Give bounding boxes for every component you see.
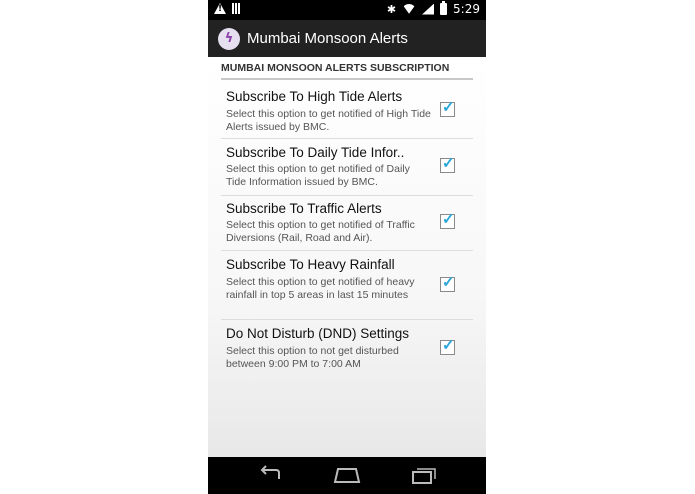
pref-summary: Select this option to get notified of he…	[226, 276, 415, 301]
pref-title: Do Not Disturb (DND) Settings	[226, 326, 410, 341]
signal-icon	[422, 3, 435, 15]
pref-summary: Select this option to get notified of Hi…	[226, 108, 431, 133]
preferences-list: MUMBAI MONSOON ALERTS SUBSCRIPTION Subsc…	[208, 57, 486, 457]
barcode-icon	[232, 3, 240, 14]
app-title: Mumbai Monsoon Alerts	[247, 30, 408, 47]
section-header: MUMBAI MONSOON ALERTS SUBSCRIPTION	[221, 62, 473, 80]
warning-icon: !	[214, 3, 226, 14]
checkbox-dnd[interactable]: ✓	[440, 337, 455, 355]
checkbox-traffic[interactable]: ✓	[440, 211, 455, 229]
app-logo-icon[interactable]: ϟ	[218, 27, 240, 50]
wifi-icon	[402, 4, 416, 14]
home-icon[interactable]	[333, 465, 361, 485]
pref-heavy-rainfall[interactable]: Subscribe To Heavy Rainfall Select this …	[221, 251, 473, 320]
check-icon: ✓	[442, 99, 455, 116]
back-icon[interactable]	[257, 465, 283, 485]
pref-summary: Select this option to get notified of Da…	[226, 163, 410, 188]
pref-title: Subscribe To Traffic Alerts	[226, 201, 382, 216]
pref-summary: Select this option to not get disturbed …	[226, 345, 399, 370]
check-icon: ✓	[442, 274, 455, 291]
pref-dnd[interactable]: Do Not Disturb (DND) Settings Select thi…	[221, 320, 473, 378]
checkbox-heavy-rainfall[interactable]: ✓	[440, 274, 455, 292]
check-icon: ✓	[442, 155, 455, 172]
recents-icon[interactable]	[411, 465, 437, 485]
pref-title: Subscribe To Daily Tide Infor..	[226, 145, 405, 160]
bluetooth-icon: ✱	[386, 2, 397, 16]
pref-traffic[interactable]: Subscribe To Traffic Alerts Select this …	[221, 196, 473, 251]
pref-title: Subscribe To High Tide Alerts	[226, 89, 403, 104]
checkbox-daily-tide[interactable]: ✓	[440, 155, 455, 173]
pref-title: Subscribe To Heavy Rainfall	[226, 257, 395, 272]
checkbox-high-tide[interactable]: ✓	[440, 99, 455, 117]
battery-icon	[440, 1, 448, 15]
action-bar: ϟ Mumbai Monsoon Alerts	[208, 20, 486, 57]
check-icon: ✓	[442, 211, 455, 228]
navigation-bar	[208, 457, 486, 494]
pref-daily-tide[interactable]: Subscribe To Daily Tide Infor.. Select t…	[221, 139, 473, 196]
status-time: 5:29	[453, 2, 480, 16]
status-bar: ! ✱ 5:29	[208, 0, 486, 20]
pref-summary: Select this option to get notified of Tr…	[226, 219, 415, 244]
check-icon: ✓	[442, 337, 455, 354]
pref-high-tide[interactable]: Subscribe To High Tide Alerts Select thi…	[221, 82, 473, 139]
phone-screen: ! ✱ 5:29 ϟ Mumbai Monsoon Alerts MUMBAI …	[208, 0, 486, 494]
